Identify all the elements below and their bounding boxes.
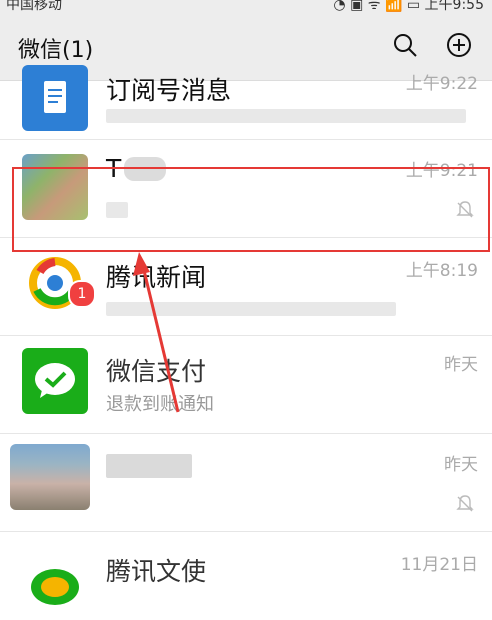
chat-time: 上午9:22 [405,74,478,94]
mute-bell-icon [456,495,474,512]
chat-time: 昨天 [444,355,478,375]
search-icon[interactable] [392,32,418,58]
blurred-name [106,454,192,478]
chat-time: 上午8:19 [405,261,478,281]
wechat-pay-icon [22,348,88,414]
blurred-preview [106,302,396,316]
chat-list: 订阅号消息 上午9:22 T 2 上午9:21 腾讯新闻 上午8:19 [0,65,492,620]
page-title: 微信(1) [18,38,94,63]
chat-name: 腾讯文使 [106,557,207,586]
add-icon[interactable] [446,32,472,58]
blurred-preview [106,109,466,123]
chat-item-tencent-docs[interactable]: 腾讯文使 11月21日 [0,532,492,620]
carrier-text: 中国移动 [6,0,62,13]
status-bar: 中国移动 ◔ ▣ ᯤ 📶 ▭ 上午9:55 [0,0,492,14]
chat-item-wechat-pay[interactable]: 微信支付 退款到账通知 昨天 [0,336,492,434]
status-icons: ◔ ▣ ᯤ 📶 ▭ 上午9:55 [333,0,484,13]
highlight-box [12,167,490,252]
chat-time: 昨天 [444,455,478,475]
chat-item-subscriptions[interactable]: 订阅号消息 上午9:22 [0,65,492,140]
avatar [10,444,90,510]
chat-time: 11月21日 [400,555,478,575]
document-icon [22,65,88,131]
unread-badge: 1 [68,280,96,308]
tencent-docs-icon [22,554,88,620]
chat-name: 微信支付 [106,357,207,386]
chat-name: 腾讯新闻 [106,263,207,292]
chat-preview: 退款到账通知 [106,394,214,415]
chat-item-blurred[interactable]: 昨天 [0,434,492,532]
chat-name: 订阅号消息 [106,76,232,105]
